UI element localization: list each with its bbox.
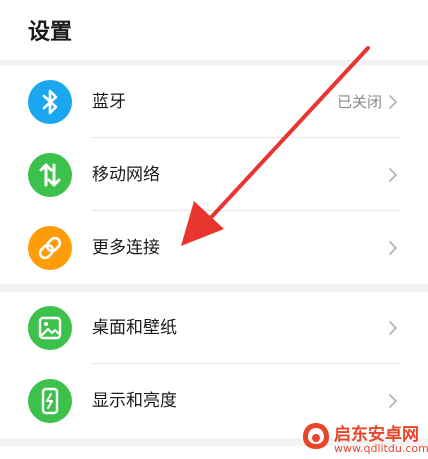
settings-item-label: 桌面和壁纸 [92,318,177,338]
wallpaper-icon [28,306,72,350]
watermark-logo-icon [303,423,329,449]
settings-item-mobile-network[interactable]: 移动网络 [0,139,428,211]
settings-item-more-connections[interactable]: 更多连接 [0,212,428,284]
settings-item-label: 移动网络 [92,165,160,185]
chevron-right-icon [389,95,397,109]
settings-item-label: 蓝牙 [92,92,126,112]
watermark-url: www.qdlitdu.com [334,442,428,455]
divider [92,137,400,138]
settings-item-bluetooth[interactable]: 蓝牙 已关闭 [0,66,428,138]
bluetooth-status-value: 已关闭 [336,93,382,111]
display-brightness-icon [28,379,72,423]
settings-group-display: 桌面和壁纸 显示和亮度 [0,292,428,438]
settings-item-desktop-wallpaper[interactable]: 桌面和壁纸 [0,292,428,364]
link-icon [28,226,72,270]
page-title: 设置 [28,20,73,45]
divider [92,210,400,211]
chevron-right-icon [389,241,397,255]
chevron-right-icon [389,168,397,182]
divider [92,363,400,364]
chevron-right-icon [389,321,397,335]
mobile-data-icon [28,153,72,197]
header: 设置 [0,0,428,60]
chevron-right-icon [389,394,397,408]
settings-item-label: 显示和亮度 [92,391,177,411]
bluetooth-icon [28,80,72,124]
watermark: 启东安卓网 www.qdlitdu.com [300,418,428,459]
settings-item-label: 更多连接 [92,238,160,258]
settings-group-connections: 蓝牙 已关闭 移动网络 更多连接 [0,66,428,284]
